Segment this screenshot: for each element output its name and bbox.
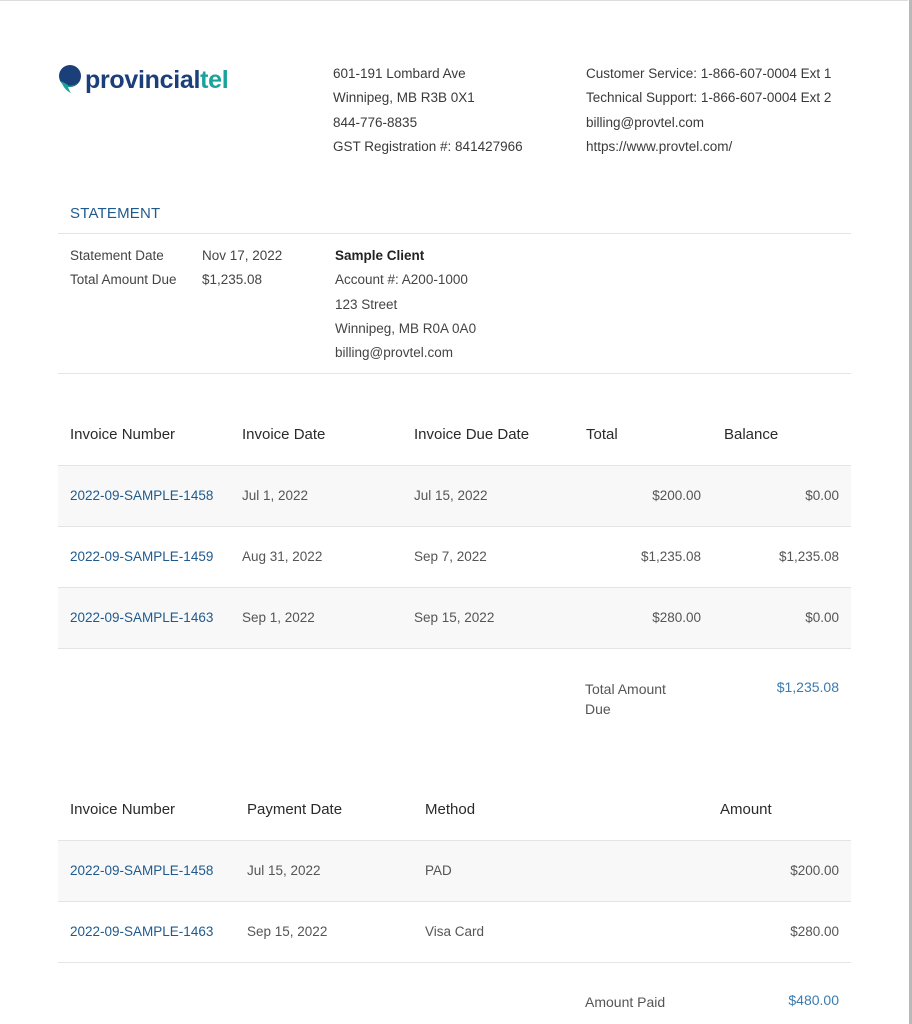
column-header: Invoice Number [70,426,176,443]
logo-text-provincial: provincial [85,65,201,94]
contact-line: https://www.provtel.com/ [586,138,733,154]
statement-date-value: Nov 17, 2022 [202,248,283,263]
table-row: 2022-09-SAMPLE-1458 Jul 1, 2022 Jul 15, … [58,465,851,526]
client-info: Sample Client Account #: A200-1000 123 S… [335,244,476,365]
contact-line: Customer Service: 1-866-607-0004 Ext 1 [586,66,832,81]
invoice-number-link[interactable]: 2022-09-SAMPLE-1458 [70,841,213,901]
client-email: billing@provtel.com [335,345,453,361]
column-header: Invoice Date [242,426,326,443]
invoice-number-link[interactable]: 2022-09-SAMPLE-1458 [70,466,213,526]
table-row: 2022-09-SAMPLE-1463 Sep 1, 2022 Sep 15, … [58,587,851,649]
statement-date-label: Statement Date [70,248,164,263]
payment-date: Sep 15, 2022 [247,924,328,939]
invoice-balance: $0.00 [805,610,839,625]
invoice-number-link[interactable]: 2022-09-SAMPLE-1459 [70,527,213,587]
statement-labels: Statement Date Total Amount Due [70,244,177,293]
invoice-balance: $0.00 [805,488,839,503]
contact-line: billing@provtel.com [586,114,704,130]
invoice-total: $200.00 [652,488,701,503]
column-header: Balance [724,426,779,443]
top-border [0,0,908,1]
payments-summary-value: $480.00 [788,992,839,1008]
divider [58,373,851,374]
payments-table: Invoice Number Payment Date Method Amoun… [58,780,851,963]
invoice-total: $1,235.08 [640,549,701,564]
client-account: Account #: A200-1000 [335,272,468,288]
invoice-due-date: Jul 15, 2022 [414,488,488,503]
payment-amount: $200.00 [790,863,839,878]
invoices-summary-label: Total Amount Due [585,681,666,717]
statement-title: STATEMENT [70,205,161,222]
payment-method: PAD [425,863,452,878]
contact-line: Technical Support: 1-866-607-0004 Ext 2 [586,90,832,106]
payment-amount: $280.00 [790,924,839,939]
address-line: Winnipeg, MB R3B 0X1 [333,90,475,106]
divider [58,233,851,234]
table-row: 2022-09-SAMPLE-1459 Aug 31, 2022 Sep 7, … [58,526,851,587]
invoice-due-date: Sep 7, 2022 [414,549,487,564]
invoice-number-link[interactable]: 2022-09-SAMPLE-1463 [70,902,213,962]
invoice-date: Jul 1, 2022 [242,488,309,503]
address-line: 601-191 Lombard Ave [333,66,466,81]
column-header: Invoice Number [70,801,176,818]
invoice-number-link[interactable]: 2022-09-SAMPLE-1463 [70,588,213,648]
client-street: 123 Street [335,296,398,312]
client-city: Winnipeg, MB R0A 0A0 [335,320,477,336]
table-header: Invoice Number Payment Date Method Amoun… [58,780,851,840]
column-header: Invoice Due Date [414,426,530,443]
column-header: Method [425,801,476,818]
table-header: Invoice Number Invoice Date Invoice Due … [58,405,851,465]
statement-values: Nov 17, 2022 $1,235.08 [202,244,282,293]
column-header: Amount [720,801,772,818]
payment-method: Visa Card [425,924,485,939]
invoice-due-date: Sep 15, 2022 [414,610,495,625]
company-logo: provincialtel [58,60,229,100]
company-address: 601-191 Lombard Ave Winnipeg, MB R3B 0X1… [333,62,523,159]
company-contact: Customer Service: 1-866-607-0004 Ext 1 T… [586,62,831,159]
invoices-summary-value: $1,235.08 [776,679,839,695]
payments-summary-label: Amount Paid [585,994,666,1010]
column-header: Total [586,426,618,443]
client-name: Sample Client [335,248,425,263]
payment-date: Jul 15, 2022 [247,863,321,878]
table-row: 2022-09-SAMPLE-1463 Sep 15, 2022 Visa Ca… [58,901,851,963]
logo-text-tel: tel [200,65,229,94]
column-header: Payment Date [247,801,343,818]
table-row: 2022-09-SAMPLE-1458 Jul 15, 2022 PAD $20… [58,840,851,901]
address-line: GST Registration #: 841427966 [333,138,523,154]
invoice-balance: $1,235.08 [778,549,839,564]
address-line: 844-776-8835 [333,114,418,130]
total-due-value: $1,235.08 [202,272,263,288]
total-due-label: Total Amount Due [70,272,177,288]
invoices-table: Invoice Number Invoice Date Invoice Due … [58,405,851,649]
speech-bubble-logo-icon [59,65,81,93]
invoice-total: $280.00 [652,610,701,625]
invoice-date: Sep 1, 2022 [242,610,315,625]
invoice-date: Aug 31, 2022 [242,549,323,564]
